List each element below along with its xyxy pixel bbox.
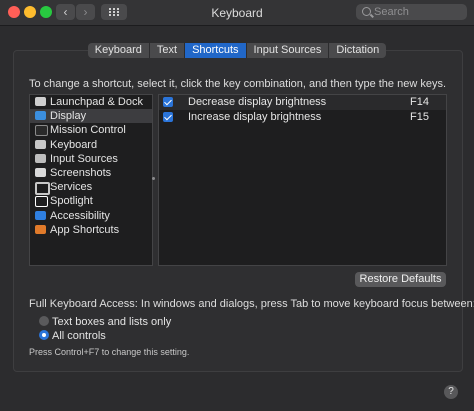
category-app-shortcuts[interactable]: App Shortcuts — [30, 223, 152, 237]
radio-button[interactable] — [39, 330, 49, 340]
shortcut-list: Decrease display brightness F14 Increase… — [158, 94, 447, 266]
display-icon — [35, 111, 46, 121]
mission-control-icon — [35, 125, 48, 137]
search-input[interactable] — [374, 4, 462, 20]
tab-shortcuts[interactable]: Shortcuts — [185, 43, 247, 58]
category-label: Display — [50, 110, 87, 123]
search-icon — [362, 7, 371, 16]
help-button[interactable]: ? — [444, 385, 458, 399]
shortcut-checkbox[interactable] — [163, 97, 173, 107]
launchpad-icon — [35, 97, 46, 106]
restore-defaults-button[interactable]: Restore Defaults — [355, 272, 446, 287]
category-label: Accessibility — [50, 209, 110, 222]
tab-dictation[interactable]: Dictation — [329, 43, 387, 58]
title-bar: ‹ › Keyboard — [0, 0, 474, 26]
keyboard-preferences-window: ‹ › Keyboard KeyboardTextShortcutsInput … — [0, 0, 474, 411]
keyboard-access-hint: Press Control+F7 to change this setting. — [29, 347, 190, 357]
tab-bar: Keyboard Text Shortcuts Input Sources Dictat… — [0, 43, 474, 59]
shortcut-name: Increase display brightness — [188, 111, 322, 123]
keyboard-icon — [35, 139, 46, 149]
category-label: Services — [50, 181, 93, 194]
tab-text[interactable]: Text — [149, 43, 186, 58]
category-screenshots[interactable]: Screenshots — [30, 166, 152, 180]
category-label: App Shortcuts — [50, 223, 120, 236]
split-view-handle[interactable] — [152, 177, 155, 180]
category-input-sources[interactable]: Input Sources — [30, 152, 152, 166]
category-label: Launchpad & Dock — [50, 96, 143, 108]
shortcut-key[interactable]: F15 — [410, 110, 429, 125]
spotlight-icon — [35, 196, 48, 208]
tab-keyboard[interactable]: Keyboard — [87, 43, 150, 58]
radio-button[interactable] — [39, 316, 49, 326]
shortcut-name: Decrease display brightness — [188, 96, 327, 108]
app-shortcuts-icon — [35, 224, 46, 234]
shortcut-row[interactable]: Decrease display brightness F14 — [159, 95, 446, 110]
category-label: Mission Control — [50, 124, 126, 137]
shortcut-key[interactable]: F14 — [410, 95, 429, 110]
category-label: Spotlight — [50, 195, 93, 208]
category-accessibility[interactable]: Accessibility — [30, 209, 152, 223]
category-list: Launchpad & Dock Display Mission Control… — [29, 94, 153, 266]
category-services[interactable]: Services — [30, 180, 152, 196]
full-keyboard-access-label: Full Keyboard Access: In windows and dia… — [29, 298, 474, 310]
instructions-text: To change a shortcut, select it, click t… — [29, 78, 447, 90]
category-launchpad-dock[interactable]: Launchpad & Dock — [30, 95, 152, 109]
accessibility-icon — [35, 210, 46, 220]
tab-input-sources[interactable]: Input Sources — [246, 43, 330, 58]
category-mission-control[interactable]: Mission Control — [30, 123, 152, 137]
category-display[interactable]: Display — [30, 109, 152, 124]
radio-label: All controls — [52, 330, 106, 342]
category-label: Input Sources — [50, 152, 118, 165]
input-sources-icon — [35, 153, 46, 163]
shortcut-row[interactable]: Increase display brightness F15 — [159, 110, 446, 125]
shortcut-checkbox[interactable] — [163, 112, 173, 122]
services-gear-icon — [35, 182, 50, 196]
search-field[interactable] — [356, 4, 467, 20]
category-keyboard[interactable]: Keyboard — [30, 138, 152, 152]
category-spotlight[interactable]: Spotlight — [30, 194, 152, 208]
screenshots-icon — [35, 167, 46, 177]
category-label: Keyboard — [50, 138, 98, 151]
category-label: Screenshots — [50, 166, 112, 179]
radio-label: Text boxes and lists only — [52, 316, 172, 328]
